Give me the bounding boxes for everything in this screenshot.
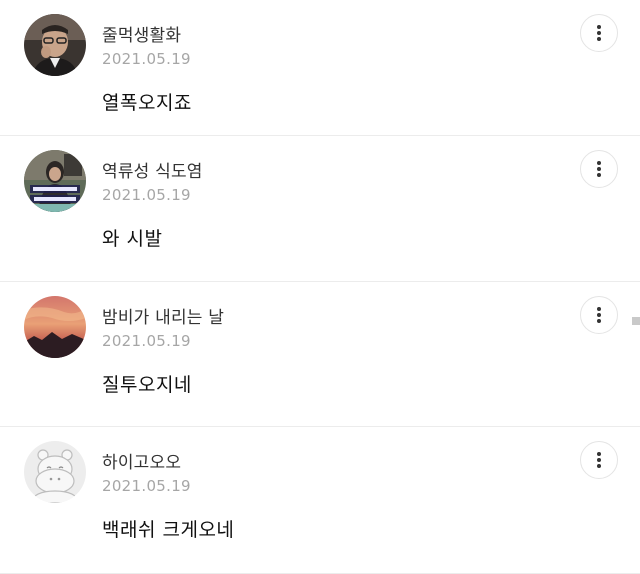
comment-item: 역류성 식도염 2021.05.19 와 시발 (0, 136, 640, 282)
comment-text: 질투오지네 (102, 374, 192, 396)
avatar[interactable] (24, 441, 86, 503)
comment-nickname[interactable]: 줄먹생활화 (102, 21, 181, 46)
avatar-tv-screenshot-icon (24, 150, 86, 212)
more-vertical-icon (597, 452, 601, 468)
comment-date: 2021.05.19 (102, 50, 191, 68)
more-options-button[interactable] (580, 150, 618, 188)
more-options-button[interactable] (580, 14, 618, 52)
avatar[interactable] (24, 296, 86, 358)
more-options-button[interactable] (580, 296, 618, 334)
comment-date: 2021.05.19 (102, 186, 191, 204)
more-vertical-icon (597, 25, 601, 41)
comment-item: 하이고오오 2021.05.19 백래쉬 크게오네 (0, 427, 640, 574)
avatar-photo-man-icon (24, 14, 86, 76)
more-vertical-icon (597, 307, 601, 323)
comment-nickname[interactable]: 밤비가 내리는 날 (102, 303, 224, 328)
comment-nickname[interactable]: 하이고오오 (102, 448, 181, 473)
avatar[interactable] (24, 14, 86, 76)
comment-text: 와 시발 (102, 228, 163, 250)
comment-text: 백래쉬 크게오네 (102, 519, 235, 541)
comment-nickname[interactable]: 역류성 식도염 (102, 157, 203, 182)
comment-item: 줄먹생활화 2021.05.19 열폭오지죠 (0, 0, 640, 136)
more-options-button[interactable] (580, 441, 618, 479)
more-vertical-icon (597, 161, 601, 177)
comment-text: 열폭오지죠 (102, 92, 192, 114)
avatar-sunset-icon (24, 296, 86, 358)
avatar-default-hippo-icon (24, 441, 86, 503)
comment-list: 줄먹생활화 2021.05.19 열폭오지죠 역류성 식도염 2021.05.1… (0, 0, 640, 574)
comment-date: 2021.05.19 (102, 477, 191, 495)
comment-date: 2021.05.19 (102, 332, 191, 350)
avatar[interactable] (24, 150, 86, 212)
scrollbar-thumb[interactable] (632, 317, 640, 325)
comment-item: 밤비가 내리는 날 2021.05.19 질투오지네 (0, 282, 640, 427)
